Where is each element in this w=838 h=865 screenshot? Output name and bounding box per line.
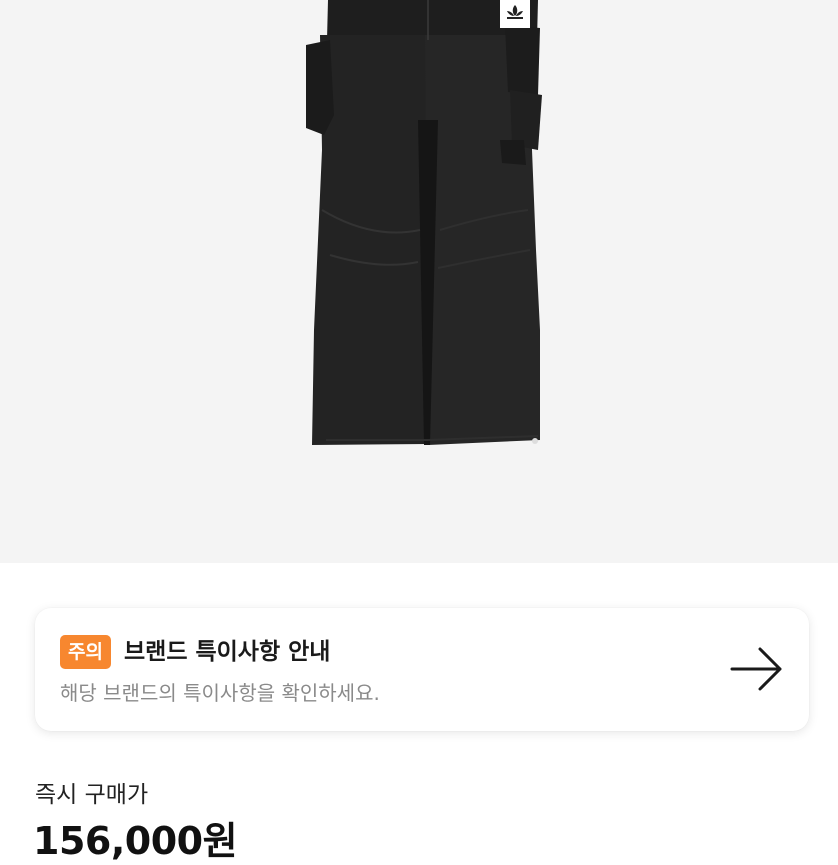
notice-description: 해당 브랜드의 특이사항을 확인하세요. xyxy=(60,681,380,705)
instant-buy-price-label: 즉시 구매가 xyxy=(35,782,149,808)
arrow-right-icon[interactable] xyxy=(728,646,788,692)
brand-notice-card[interactable]: 주의 브랜드 특이사항 안내 해당 브랜드의 특이사항을 확인하세요. xyxy=(35,608,809,731)
product-image[interactable] xyxy=(0,0,838,563)
trefoil-logo-icon xyxy=(507,5,523,19)
cargo-pants-image xyxy=(306,0,542,445)
notice-title: 브랜드 특이사항 안내 xyxy=(124,639,331,665)
notice-badge: 주의 xyxy=(60,635,111,669)
